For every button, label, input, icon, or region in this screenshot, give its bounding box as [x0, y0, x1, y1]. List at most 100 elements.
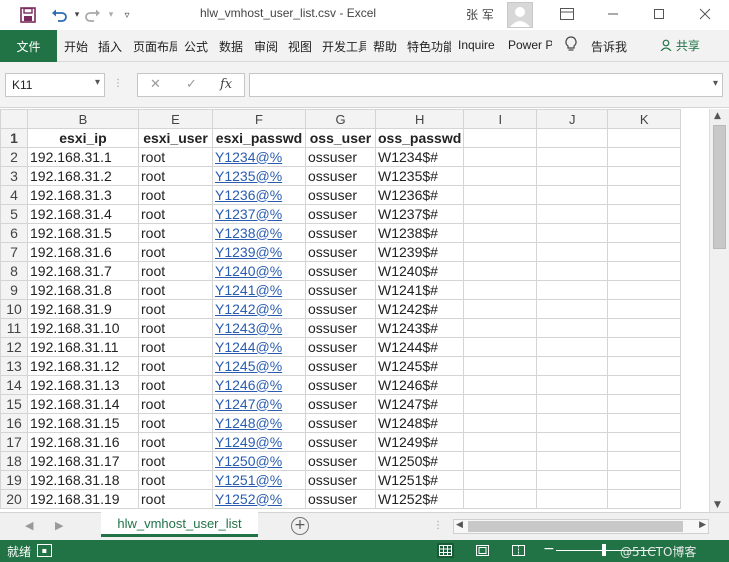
maximize-icon[interactable] [645, 3, 673, 25]
cell-b[interactable]: 192.168.31.19 [27, 489, 139, 509]
cell-e[interactable]: root [138, 451, 213, 471]
cell-g[interactable]: ossuser [305, 185, 376, 205]
cell-k[interactable] [607, 318, 682, 338]
cell-f[interactable]: Y1248@% [212, 413, 306, 433]
cell-k[interactable] [607, 356, 682, 376]
cell-h[interactable]: W1247$# [374, 394, 465, 414]
cell-h[interactable]: W1238$# [374, 223, 465, 243]
cell-k[interactable] [607, 242, 682, 262]
cell-j[interactable] [536, 128, 609, 148]
cell-g[interactable]: ossuser [305, 470, 376, 490]
cell-e[interactable]: root [138, 432, 213, 452]
column-header-b[interactable]: B [27, 109, 139, 129]
cell-g[interactable]: ossuser [305, 356, 376, 376]
cell-e[interactable]: root [138, 394, 213, 414]
row-header[interactable]: 6 [0, 223, 28, 243]
tab-data[interactable]: 数据 [219, 38, 243, 55]
cell-e[interactable]: root [138, 413, 213, 433]
cell-b[interactable]: 192.168.31.15 [27, 413, 139, 433]
cell-k[interactable] [607, 204, 682, 224]
row-header[interactable]: 19 [0, 470, 28, 490]
tab-file[interactable]: 文件 [0, 30, 57, 62]
insert-function-icon[interactable]: fx [220, 77, 232, 92]
cell-i[interactable] [463, 356, 538, 376]
tab-insert[interactable]: 插入 [98, 38, 122, 55]
cell-f[interactable]: Y1244@% [212, 337, 306, 357]
cell-k[interactable] [607, 375, 682, 395]
cell-g[interactable]: ossuser [305, 280, 376, 300]
cell-j[interactable] [536, 242, 609, 262]
cell-h[interactable]: oss_passwd [374, 128, 465, 148]
spreadsheet-table[interactable]: B E F G H I J K 1 esxi_ip esxi_user esxi_pa… [0, 109, 682, 509]
cell-i[interactable] [463, 223, 538, 243]
cell-e[interactable]: root [138, 166, 213, 186]
tab-page-layout[interactable]: 页面布局 [133, 38, 177, 55]
lightbulb-icon[interactable] [565, 36, 577, 55]
column-header-f[interactable]: F [212, 109, 306, 129]
cell-b[interactable]: 192.168.31.1 [27, 147, 139, 167]
cell-j[interactable] [536, 299, 609, 319]
cell-g[interactable]: ossuser [305, 413, 376, 433]
cell-k[interactable] [607, 470, 682, 490]
column-header-e[interactable]: E [138, 109, 213, 129]
cell-i[interactable] [463, 451, 538, 471]
cell-f[interactable]: Y1246@% [212, 375, 306, 395]
cell-h[interactable]: W1242$# [374, 299, 465, 319]
cell-e[interactable]: root [138, 223, 213, 243]
cell-h[interactable]: W1239$# [374, 242, 465, 262]
row-header[interactable]: 1 [0, 128, 28, 148]
cell-j[interactable] [536, 166, 609, 186]
cell-k[interactable] [607, 166, 682, 186]
row-header[interactable]: 4 [0, 185, 28, 205]
cell-e[interactable]: root [138, 356, 213, 376]
cell-f[interactable]: Y1249@% [212, 432, 306, 452]
cell-g[interactable]: ossuser [305, 451, 376, 471]
cell-e[interactable]: root [138, 280, 213, 300]
normal-view-icon[interactable] [437, 543, 454, 558]
cell-h[interactable]: W1241$# [374, 280, 465, 300]
cell-h[interactable]: W1240$# [374, 261, 465, 281]
cell-k[interactable] [607, 413, 682, 433]
cell-b[interactable]: 192.168.31.14 [27, 394, 139, 414]
cell-b[interactable]: 192.168.31.12 [27, 356, 139, 376]
vertical-scroll-thumb[interactable] [713, 125, 726, 249]
row-header[interactable]: 7 [0, 242, 28, 262]
cell-i[interactable] [463, 128, 538, 148]
customize-qat-icon[interactable]: ▿ [116, 4, 138, 26]
cell-i[interactable] [463, 337, 538, 357]
scroll-right-icon[interactable]: ▶ [699, 520, 706, 530]
cell-b[interactable]: 192.168.31.2 [27, 166, 139, 186]
cell-g[interactable]: ossuser [305, 318, 376, 338]
cell-j[interactable] [536, 223, 609, 243]
cell-b[interactable]: 192.168.31.9 [27, 299, 139, 319]
page-layout-view-icon[interactable] [474, 543, 491, 558]
column-header-h[interactable]: H [374, 109, 465, 129]
cell-b[interactable]: 192.168.31.6 [27, 242, 139, 262]
tab-featured[interactable]: 特色功能 [407, 38, 451, 55]
cell-i[interactable] [463, 375, 538, 395]
cell-j[interactable] [536, 337, 609, 357]
minimize-icon[interactable] [599, 3, 627, 25]
tab-view[interactable]: 视图 [288, 38, 312, 55]
cell-g[interactable]: ossuser [305, 261, 376, 281]
cell-b[interactable]: 192.168.31.7 [27, 261, 139, 281]
expand-formula-icon[interactable]: ▾ [713, 78, 718, 89]
tab-help[interactable]: 帮助 [373, 38, 397, 55]
horizontal-scroll-thumb[interactable] [468, 521, 683, 532]
cell-b[interactable]: 192.168.31.3 [27, 185, 139, 205]
cell-k[interactable] [607, 432, 682, 452]
row-header[interactable]: 11 [0, 318, 28, 338]
cell-b[interactable]: 192.168.31.18 [27, 470, 139, 490]
cell-f[interactable]: Y1240@% [212, 261, 306, 281]
cell-g[interactable]: ossuser [305, 489, 376, 509]
cell-g[interactable]: ossuser [305, 147, 376, 167]
cell-e[interactable]: root [138, 375, 213, 395]
cell-e[interactable]: root [138, 204, 213, 224]
cell-b[interactable]: 192.168.31.4 [27, 204, 139, 224]
cell-k[interactable] [607, 299, 682, 319]
add-sheet-icon[interactable]: + [291, 517, 309, 535]
cell-f[interactable]: Y1242@% [212, 299, 306, 319]
cell-e[interactable]: root [138, 299, 213, 319]
row-header[interactable]: 18 [0, 451, 28, 471]
cell-f[interactable]: Y1236@% [212, 185, 306, 205]
